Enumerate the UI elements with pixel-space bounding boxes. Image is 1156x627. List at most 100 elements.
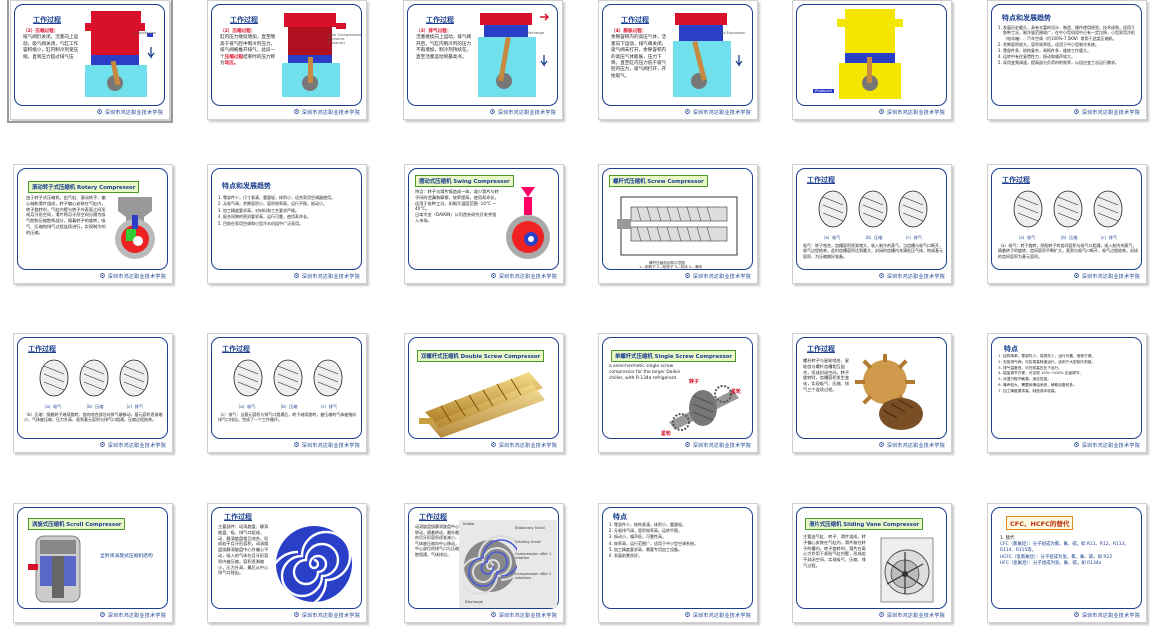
slide-title: 特点 — [613, 513, 627, 521]
slide-thumbnail-6[interactable]: 特点和发展趋势 发展历史最久，具有丰富的设计、制造、操作使用经验，技术成熟，适用… — [987, 0, 1147, 120]
slide-thumbnail-14[interactable]: 工作过程 （a）吸气 （b）压缩 （c）排气 （c）排气：当基元容积与排气口相通… — [207, 333, 367, 453]
slide-thumbnail-12[interactable]: 工作过程 （a）吸气 （b）压缩 （c）排气 （a）吸气：转子旋转，阴阳转子的齿… — [987, 164, 1147, 284]
list-item: 噪声较大，需要润滑油系统，辅助设备较多。 — [1003, 383, 1138, 388]
school-name: 深圳市鸿达职业技术学院 — [692, 273, 751, 280]
scroll-compressor-cutaway-illustration — [28, 535, 81, 603]
slide-body-text: 由于转子式压缩机，由气缸、滚动转子、偏心轴和滑片组成，转子偏心安装在气缸内，转子… — [26, 195, 106, 235]
slide-title: 工作过程 — [807, 345, 835, 353]
list-item: 零部件多，结构复杂，易损件多，维修工作量大。 — [1003, 48, 1138, 53]
school-name: 深圳市鸿达职业技术学院 — [692, 109, 751, 116]
slide-thumbnail-22[interactable]: 特点 零部件少，结构紧凑，体积小，重量轻。 无吸排气阀，容积效率高，运转平稳。 … — [598, 503, 758, 623]
slide-title: 工作过程 — [222, 345, 250, 353]
slide-body-text: 主要部件：动涡旋盘、静涡旋盘、吸、排气口组成，动、静涡旋盘相互啮合，形成若干月牙… — [218, 524, 269, 576]
list-item: 加工精度要求高，制造成本较高。 — [1003, 389, 1138, 394]
slide-body-text: （4）膨胀过程： 余隙容积内的高压气体，活塞向下运动，排气阀关闭，吸气阀未打开，余… — [611, 29, 667, 79]
slide-thumbnail-11[interactable]: 工作过程 （a）吸气 （b）压缩 （c）排气 吸气：转子啮合，齿槽容积逐渐增大，… — [792, 164, 952, 284]
slide-thumbnail-19[interactable]: 涡旋式压缩机 Scroll Compressor 全封闭涡旋式压缩机结构 ⚙ 深… — [13, 503, 173, 623]
slide-thumbnail-3[interactable]: 工作过程 （3）排气过程： 活塞继续向上运动，排气阀开启，气缸内制冷剂的压力不再增… — [403, 0, 563, 120]
stage-label-compression: （b）压缩 — [278, 404, 298, 409]
school-name: 深圳市鸿达职业技术学院 — [301, 442, 360, 449]
slide-body-text: （b）压缩：随着转子继续旋转，齿的啮合部位向排气端移动，基元容积逐渐缩小，气体被… — [24, 412, 163, 423]
slide-title: 工作过程 — [224, 513, 252, 521]
slide-footer: ⚙ 深圳市鸿达职业技术学院 — [293, 610, 360, 620]
diagram-label: Over Compression (dynamic Pressure) — [328, 33, 362, 45]
slide-title-badge: 双螺杆式压缩机 Double Screw Compressor — [417, 350, 545, 362]
stage-label-suction: （a）吸气 — [42, 404, 62, 409]
screw-rotor-stages-illustration — [818, 190, 928, 228]
list-item: 运转中有往复惯性力，振动和噪声较大。 — [1003, 54, 1138, 59]
school-logo-icon: ⚙ — [490, 611, 497, 619]
school-logo-icon: ⚙ — [1073, 108, 1080, 116]
slide-footer: ⚙ 深圳市鸿达职业技术学院 — [293, 107, 360, 117]
list-item: 加工精度要求高，对材料和工艺要求严格。 — [223, 208, 358, 214]
slide-thumbnail-13[interactable]: 工作过程 （a）吸气 （b）压缩 （c）排气 （b）压缩：随着转子继续旋转，齿的… — [13, 333, 173, 453]
slide-title-badge: CFC、HCFC的替代 — [1006, 516, 1074, 530]
slide-footer: ⚙ 深圳市鸿达职业技术学院 — [293, 440, 360, 450]
slide-thumbnail-21[interactable]: 工作过程 动涡旋盘绕静涡旋盘中心转动，随着转动，最外圈的月牙形容积逐渐减小，气体… — [404, 503, 564, 623]
list-item: 零部件少，尺寸紧凑，重量轻，体积小，适合家用空调器使用。 — [223, 195, 358, 201]
slide-thumbnail-5[interactable]: Produced ⚙ 深圳市鸿达职业技术学院 — [792, 0, 952, 120]
slide-thumbnail-15[interactable]: 双螺杆式压缩机 Double Screw Compressor ⚙ 深圳市鸿达职… — [404, 333, 564, 453]
school-logo-icon: ⚙ — [878, 108, 885, 116]
legend-compression-1: Compression after 1 rotation — [515, 552, 552, 560]
slide-footer: ⚙ 深圳市鸿达职业技术学院 — [1073, 271, 1140, 281]
slide-title-badge: 单螺杆式压缩机 Single Screw Compressor — [611, 350, 736, 362]
slide-thumbnail-8[interactable]: 特点和发展趋势 零部件少，尺寸紧凑，重量轻，体积小，适合家用空调器使用。 无吸气… — [207, 164, 367, 284]
school-name: 深圳市鸿达职业技术学院 — [498, 273, 557, 280]
slide-thumbnail-1[interactable]: 工作过程 （2）压缩过程： 排气阀仍关闭，活塞向上运动，吸气阀关闭，气缸工作容积缩… — [7, 0, 173, 123]
school-logo-icon: ⚙ — [1073, 611, 1080, 619]
slide-thumbnail-2[interactable]: 工作过程 （2）压缩过程： 缸内压力继续增加，直至略高于排气腔中制冷剂压力，排气阀… — [207, 0, 367, 120]
slide-body-text: 动涡旋盘绕静涡旋盘中心转动，随着转动，最外圈的月牙形容积逐渐减小，气体被压缩向中… — [415, 524, 459, 557]
slide-title: 工作过程 — [807, 176, 835, 184]
slide-footer: ⚙ 深圳市鸿达职业技术学院 — [878, 107, 945, 117]
slide-thumbnail-18[interactable]: 特点 结构简单，零部件少，易损件少，运行可靠，维修方便。 无吸排气阀，可实现高转… — [987, 333, 1147, 453]
slide-title: 工作过程 — [1002, 176, 1030, 184]
slide-thumbnail-7[interactable]: 滚动转子式压缩机 Rotary Compressor 由于转子式压缩机，由气缸、… — [13, 164, 173, 284]
legend-stationary-scroll: Stationary Scroll — [515, 526, 545, 530]
compressor-cylinder-illustration — [673, 13, 743, 97]
school-logo-icon: ⚙ — [489, 108, 496, 116]
slide-thumbnail-9[interactable]: 摆动式压缩机 Swing Compressor 特点：转子与滑片铸造成一体，减少… — [404, 164, 564, 284]
slide-footer: ⚙ 深圳市鸿达职业技术学院 — [1073, 440, 1140, 450]
slide-thumbnail-16[interactable]: 单螺杆式压缩机 Single Screw Compressor a semi-h… — [598, 333, 758, 453]
figure-subcaption: 1—阴转子 2—阳转子 3—机体 4—滑阀 — [639, 265, 702, 269]
school-name: 深圳市鸿达职业技术学院 — [1081, 442, 1140, 449]
slide-thumbnail-20[interactable]: 工作过程 主要部件：动涡旋盘、静涡旋盘、吸、排气口组成，动、静涡旋盘相互啮合，形… — [207, 503, 367, 623]
school-name: 深圳市鸿达职业技术学院 — [886, 109, 945, 116]
slide-title-badge: 摆动式压缩机 Swing Compressor — [415, 175, 514, 187]
slide-body-text: 吸气：转子啮合，齿槽容积逐渐增大，吸入制冷剂蒸气，当齿槽与吸气口断开，吸气过程结… — [803, 243, 943, 259]
slide-footer: ⚙ 深圳市鸿达职业技术学院 — [490, 271, 557, 281]
slide-title: 工作过程 — [230, 16, 258, 24]
slide-thumbnail-10[interactable]: 螺杆式压缩机 Screw Compressor 螺杆压缩机结构示意图 1—阴转子… — [598, 164, 758, 284]
slide-thumbnail-17[interactable]: 工作过程 螺杆转子与星轮啮合，星轮齿与螺杆齿槽相互配合，形成封闭空间，转子旋转时… — [792, 333, 952, 453]
single-screw-rotor-illustration — [669, 385, 739, 431]
stage-label-compression: （b）压缩 — [863, 235, 883, 240]
rotary-compressor-illustration — [115, 197, 155, 259]
slide-title: 特点和发展趋势 — [1002, 14, 1051, 22]
list-item: CFC（氯氟烃）：分子组成为氯、氟、碳。如 R11、R12、R113、R114、… — [1000, 542, 1129, 554]
screw-compressor-section-drawing — [617, 196, 738, 256]
slide-body-text: 结构简单，零部件少，易损件少，运行可靠，维修方便。 无吸排气阀，可实现高转速运行… — [996, 354, 1138, 395]
slide-thumbnail-23[interactable]: 滑片式压缩机 Sliding Vane Compressor 主要由气缸、转子、… — [792, 503, 952, 623]
slide-thumbnail-24[interactable]: CFC、HCFC的替代 1. 替代 CFC（氯氟烃）：分子组成为氯、氟、碳。如 … — [987, 503, 1147, 623]
list-item: 能量调节方便，可实现 10%～100% 无级调节。 — [1003, 371, 1138, 376]
list-item: 振动小，噪声低，可靠性高。 — [614, 534, 749, 539]
slide-footer: ⚙ 深圳市鸿达职业技术学院 — [878, 610, 945, 620]
slide-body-text: （c）排气：当基元容积与排气口相通后，转子继续旋转，被压缩的气体被推向排气口排出… — [218, 412, 357, 423]
slide-thumbnail-4[interactable]: 工作过程 （4）膨胀过程： 余隙容积内的高压气体，活塞向下运动，排气阀关闭，吸气阀… — [598, 0, 758, 120]
list-item: 目前在家用空调和小型冷水机组中广泛采用。 — [223, 221, 358, 227]
legend-orbiting-scroll: Orbiting Scroll — [515, 540, 541, 544]
diagram-label: Compression — [133, 31, 157, 35]
slide-title: 特点 — [1004, 345, 1018, 353]
stage-label-suction: （a）吸气 — [1016, 235, 1036, 240]
slide-footer: ⚙ 深圳市鸿达职业技术学院 — [684, 610, 751, 620]
school-name: 深圳市鸿达职业技术学院 — [301, 612, 360, 619]
slide-title: 特点和发展趋势 — [222, 182, 271, 190]
slide-footer: ⚙ 深圳市鸿达职业技术学院 — [684, 107, 751, 117]
compressor-cylinder-illustration — [85, 11, 155, 97]
school-logo-icon: ⚙ — [99, 611, 106, 619]
school-logo-icon: ⚙ — [96, 108, 103, 116]
school-name: 深圳市鸿达职业技术学院 — [1081, 612, 1140, 619]
slide-body-text: 主要由气缸、转子、滑片组成，转子偏心安装在气缸内，滑片装在转子的槽内，转子旋转时… — [803, 534, 866, 568]
school-logo-icon: ⚙ — [293, 611, 300, 619]
